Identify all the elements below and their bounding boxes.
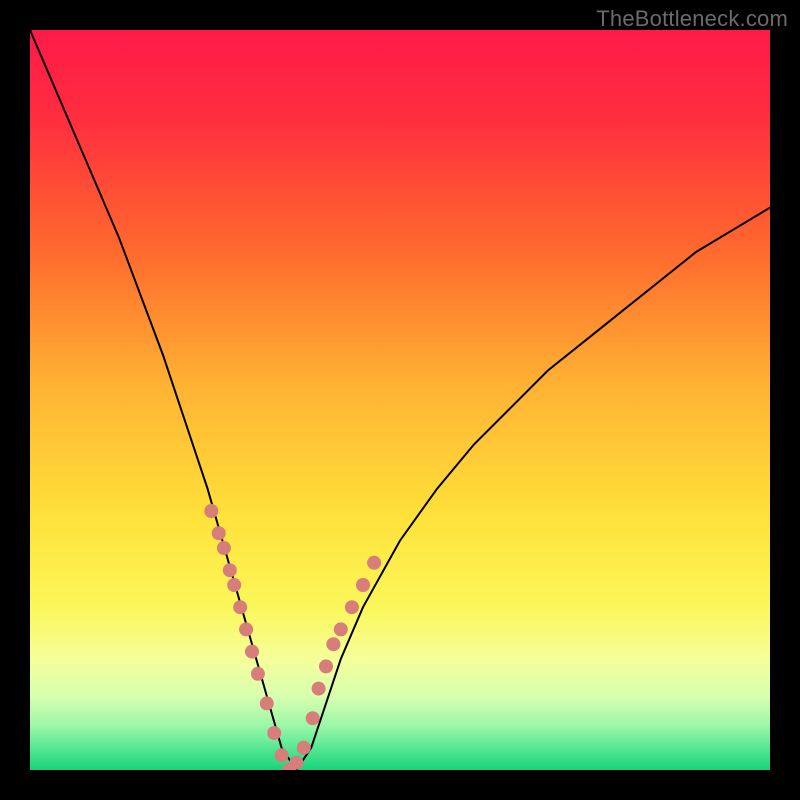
bottleneck-curve xyxy=(30,30,770,770)
bead xyxy=(334,622,348,636)
bead xyxy=(367,556,381,570)
bead xyxy=(260,696,274,710)
curve-layer xyxy=(30,30,770,770)
bead xyxy=(356,578,370,592)
bead xyxy=(217,541,231,555)
bead xyxy=(297,741,311,755)
watermark-text: TheBottleneck.com xyxy=(596,6,788,32)
bead xyxy=(233,600,247,614)
bead xyxy=(306,711,320,725)
bead xyxy=(239,622,253,636)
bead xyxy=(289,756,303,770)
bead xyxy=(227,578,241,592)
bead xyxy=(223,563,237,577)
plot-area xyxy=(30,30,770,770)
bead xyxy=(326,637,340,651)
bead xyxy=(251,667,265,681)
bead xyxy=(212,526,226,540)
bead-markers xyxy=(204,504,381,770)
bead xyxy=(204,504,218,518)
bead xyxy=(267,726,281,740)
bead xyxy=(312,682,326,696)
bead xyxy=(319,659,333,673)
bead xyxy=(345,600,359,614)
outer-frame: TheBottleneck.com xyxy=(0,0,800,800)
bead xyxy=(245,645,259,659)
bead xyxy=(275,748,289,762)
